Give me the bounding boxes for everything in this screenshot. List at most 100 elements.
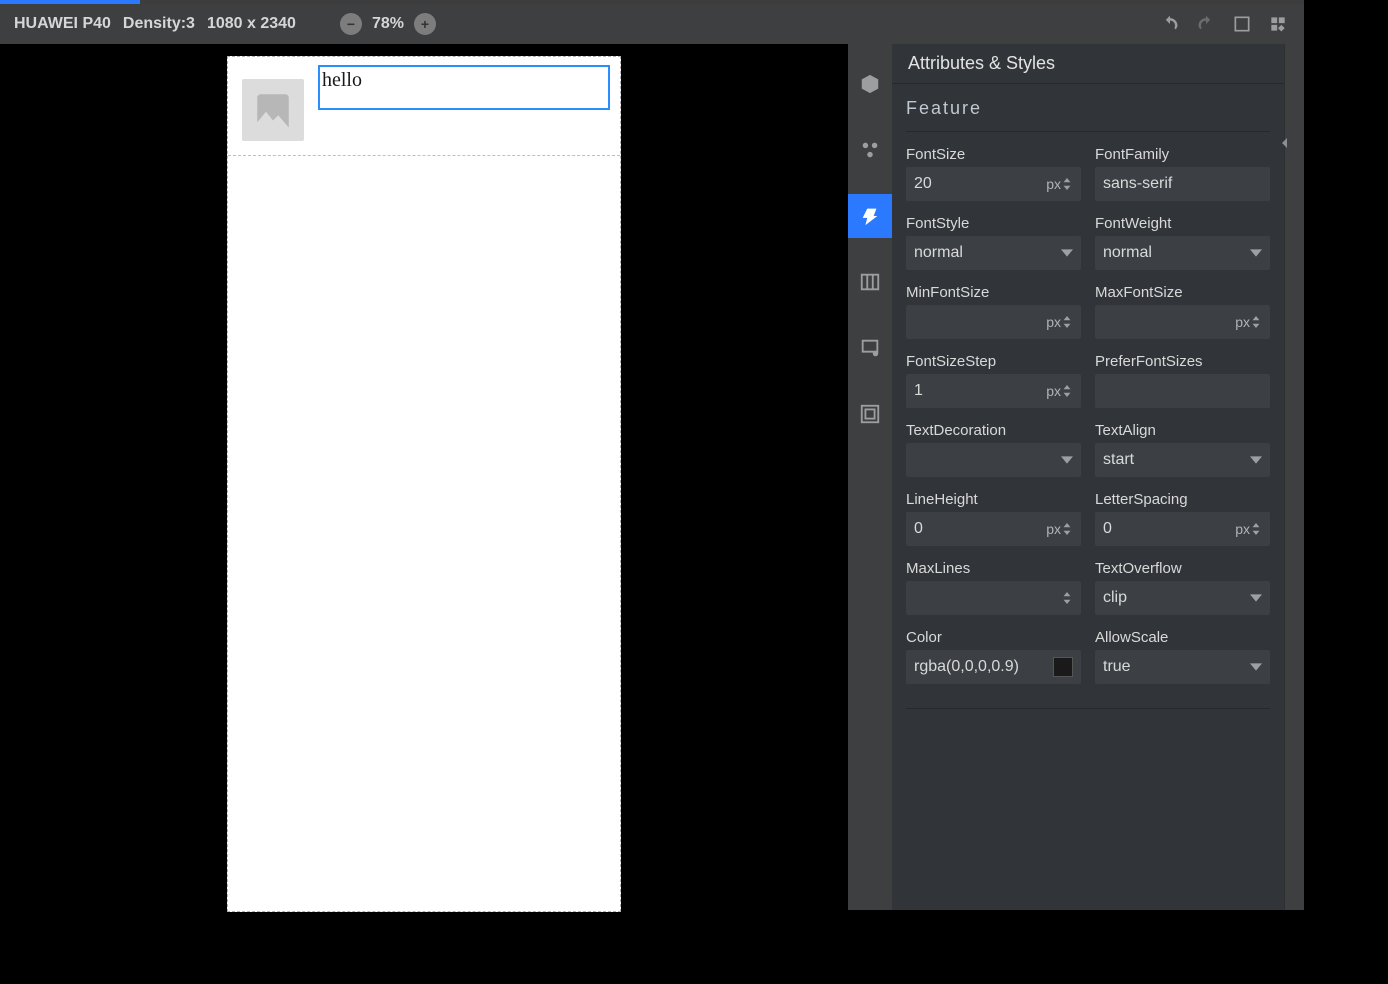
fontFamily-label: FontFamily: [1095, 146, 1270, 163]
allowScale-label: AllowScale: [1095, 629, 1270, 646]
maxLines-input[interactable]: [906, 581, 1081, 615]
stop-icon[interactable]: [1230, 12, 1254, 36]
letterSpacing-input[interactable]: 0px: [1095, 512, 1270, 546]
fontWeight-label: FontWeight: [1095, 215, 1270, 232]
fontSizeStep-unit: px: [1046, 383, 1061, 399]
textDecoration-field: TextDecoration: [906, 422, 1081, 477]
fontStyle-input[interactable]: normal: [906, 236, 1081, 270]
density-label: Density:3: [123, 15, 195, 33]
top-toolbar: HUAWEI P40 Density:3 1080 x 2340 − 78% +: [0, 4, 1304, 44]
attributes-panel: Attributes & Styles Feature FontSize20px…: [892, 44, 1284, 910]
fontStyle-field: FontStyle normal: [906, 215, 1081, 270]
fontFamily-input[interactable]: sans-serif: [1095, 167, 1270, 201]
panel-title: Attributes & Styles: [892, 44, 1284, 84]
fontSize-unit: px: [1046, 176, 1061, 192]
letterSpacing-label: LetterSpacing: [1095, 491, 1270, 508]
color-label: Color: [906, 629, 1081, 646]
zoom-value: 78%: [372, 15, 404, 33]
fontSizeStep-stepper-icon[interactable]: [1061, 385, 1073, 397]
fontSizeStep-label: FontSizeStep: [906, 353, 1081, 370]
allowScale-dropdown-icon[interactable]: [1250, 661, 1262, 673]
textAlign-field: TextAlign start: [1095, 422, 1270, 477]
textOverflow-dropdown-icon[interactable]: [1250, 592, 1262, 604]
maxFontSize-stepper-icon[interactable]: [1250, 316, 1262, 328]
tab-info-icon[interactable]: [848, 326, 892, 370]
fontWeight-input[interactable]: normal: [1095, 236, 1270, 270]
zoom-out-button[interactable]: −: [340, 13, 362, 35]
fontSizeStep-input[interactable]: 1px: [906, 374, 1081, 408]
resolution-label: 1080 x 2340: [207, 15, 296, 33]
zoom-in-button[interactable]: +: [414, 13, 436, 35]
tab-layout-icon[interactable]: [848, 260, 892, 304]
zoom-controls: − 78% +: [340, 13, 436, 35]
selected-text-element[interactable]: hello: [318, 65, 610, 110]
fontSize-stepper-icon[interactable]: [1061, 178, 1073, 190]
device-frame: hello: [227, 56, 621, 912]
redo-icon[interactable]: [1194, 12, 1218, 36]
textOverflow-field: TextOverflow clip: [1095, 560, 1270, 615]
textOverflow-label: TextOverflow: [1095, 560, 1270, 577]
list-item[interactable]: hello: [228, 57, 620, 156]
fontStyle-dropdown-icon[interactable]: [1061, 247, 1073, 259]
color-field: Color rgba(0,0,0,0.9): [906, 629, 1081, 684]
collapsed-sidebar[interactable]: [1284, 44, 1304, 910]
allowScale-field: AllowScale true: [1095, 629, 1270, 684]
expand-handle-icon[interactable]: [1279, 136, 1291, 148]
textDecoration-input[interactable]: [906, 443, 1081, 477]
preferFontSizes-label: PreferFontSizes: [1095, 353, 1270, 370]
lineHeight-value: 0: [914, 520, 1042, 538]
textAlign-value: start: [1103, 451, 1250, 469]
lineHeight-unit: px: [1046, 521, 1061, 537]
letterSpacing-stepper-icon[interactable]: [1250, 523, 1262, 535]
preferFontSizes-input[interactable]: [1095, 374, 1270, 408]
fontSize-field: FontSize 20px: [906, 146, 1081, 201]
allowScale-input[interactable]: true: [1095, 650, 1270, 684]
color-input[interactable]: rgba(0,0,0,0.9): [906, 650, 1081, 684]
progress-strip: [0, 0, 1304, 4]
fontSize-input[interactable]: 20px: [906, 167, 1081, 201]
maxLines-field: MaxLines: [906, 560, 1081, 615]
fontSize-label: FontSize: [906, 146, 1081, 163]
color-swatch[interactable]: [1053, 657, 1073, 677]
fontWeight-dropdown-icon[interactable]: [1250, 247, 1262, 259]
textOverflow-value: clip: [1103, 589, 1250, 607]
textDecoration-dropdown-icon[interactable]: [1061, 454, 1073, 466]
tab-box-icon[interactable]: [848, 392, 892, 436]
minFontSize-unit: px: [1046, 314, 1061, 330]
image-placeholder-icon[interactable]: [242, 79, 304, 141]
fontWeight-value: normal: [1103, 244, 1250, 262]
maxFontSize-field: MaxFontSize px: [1095, 284, 1270, 339]
maxLines-label: MaxLines: [906, 560, 1081, 577]
progress-fill: [0, 0, 140, 4]
tab-feature-icon[interactable]: [848, 194, 892, 238]
minFontSize-label: MinFontSize: [906, 284, 1081, 301]
textOverflow-input[interactable]: clip: [1095, 581, 1270, 615]
color-value: rgba(0,0,0,0.9): [914, 658, 1053, 676]
fontSizeStep-field: FontSizeStep 1px: [906, 353, 1081, 408]
device-name: HUAWEI P40: [14, 15, 111, 33]
tab-component-icon[interactable]: [848, 62, 892, 106]
fontStyle-label: FontStyle: [906, 215, 1081, 232]
fontSize-value: 20: [914, 175, 1042, 193]
fontStyle-value: normal: [914, 244, 1061, 262]
fontSizeStep-value: 1: [914, 382, 1042, 400]
lineHeight-stepper-icon[interactable]: [1061, 523, 1073, 535]
allowScale-value: true: [1103, 658, 1250, 676]
maxLines-stepper-icon[interactable]: [1061, 592, 1073, 604]
lineHeight-input[interactable]: 0px: [906, 512, 1081, 546]
maxFontSize-label: MaxFontSize: [1095, 284, 1270, 301]
layers-icon[interactable]: [1266, 12, 1290, 36]
maxFontSize-input[interactable]: px: [1095, 305, 1270, 339]
textAlign-label: TextAlign: [1095, 422, 1270, 439]
undo-icon[interactable]: [1158, 12, 1182, 36]
maxFontSize-unit: px: [1235, 314, 1250, 330]
textAlign-input[interactable]: start: [1095, 443, 1270, 477]
letterSpacing-field: LetterSpacing 0px: [1095, 491, 1270, 546]
tab-styles-icon[interactable]: [848, 128, 892, 172]
textDecoration-label: TextDecoration: [906, 422, 1081, 439]
preferFontSizes-field: PreferFontSizes: [1095, 353, 1270, 408]
canvas-area[interactable]: hello: [0, 44, 848, 910]
minFontSize-stepper-icon[interactable]: [1061, 316, 1073, 328]
minFontSize-input[interactable]: px: [906, 305, 1081, 339]
textAlign-dropdown-icon[interactable]: [1250, 454, 1262, 466]
